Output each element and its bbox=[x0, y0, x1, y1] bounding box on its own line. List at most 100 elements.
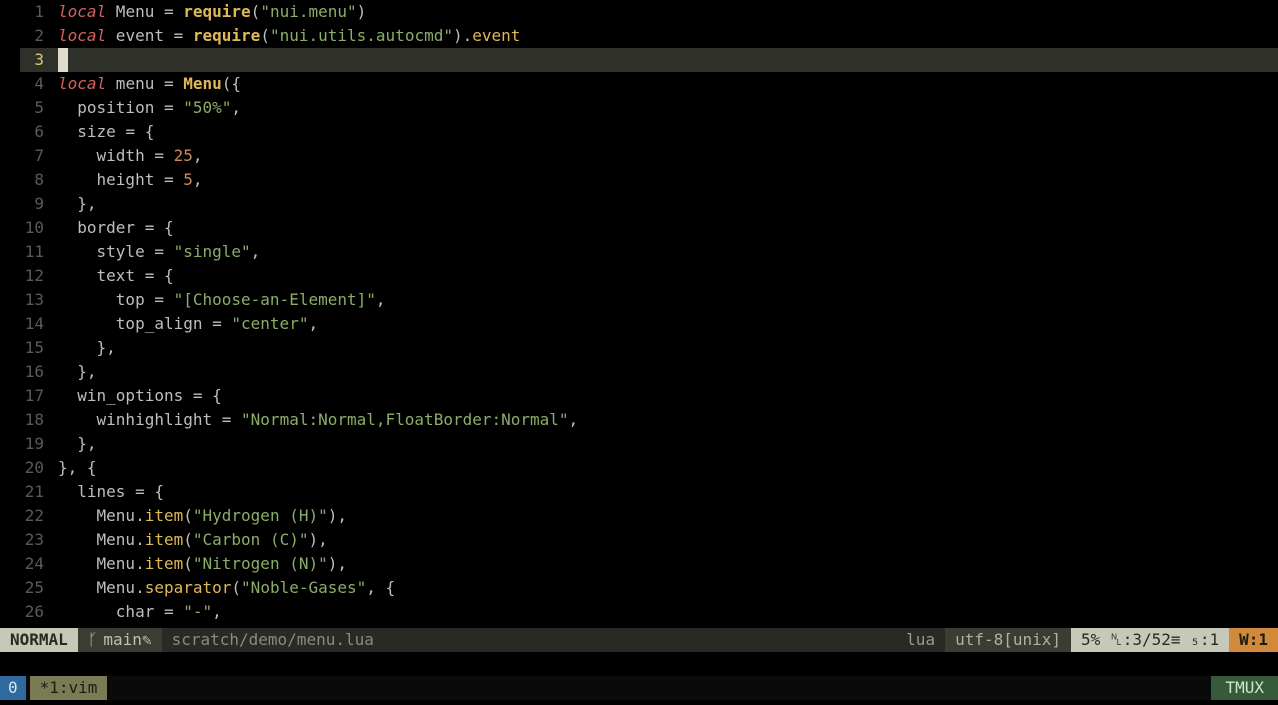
block-cursor bbox=[58, 48, 68, 72]
token-punc: }, { bbox=[58, 458, 97, 477]
vim-statusline: NORMAL ᚴ main ✎ scratch/demo/menu.lua lu… bbox=[0, 628, 1278, 652]
code-line[interactable]: border = { bbox=[58, 216, 1278, 240]
line-number: 14 bbox=[0, 312, 44, 336]
code-line[interactable]: top = "[Choose-an-Element]", bbox=[58, 288, 1278, 312]
token-punc: = { bbox=[193, 386, 222, 405]
token-ident: top bbox=[58, 290, 154, 309]
code-line[interactable]: width = 25, bbox=[58, 144, 1278, 168]
token-punc: = { bbox=[125, 122, 154, 141]
code-line[interactable]: lines = { bbox=[58, 480, 1278, 504]
token-punc: , bbox=[376, 290, 386, 309]
token-punc: ), bbox=[328, 506, 347, 525]
token-ident: event bbox=[106, 26, 173, 45]
tmux-session[interactable]: 0 bbox=[0, 676, 26, 700]
line-number: 21 bbox=[0, 480, 44, 504]
token-ident: top_align bbox=[58, 314, 212, 333]
line-info: ␤:3/52 bbox=[1110, 628, 1171, 652]
token-punc: = { bbox=[135, 482, 164, 501]
line-number: 16 bbox=[0, 360, 44, 384]
token-fn: require bbox=[193, 26, 260, 45]
token-str: "Noble-Gases" bbox=[241, 578, 366, 597]
token-punc: = bbox=[174, 26, 193, 45]
code-line[interactable]: }, { bbox=[58, 456, 1278, 480]
token-punc: = bbox=[222, 410, 241, 429]
tmux-window[interactable]: *1:vim bbox=[30, 676, 108, 700]
token-punc: ( bbox=[183, 506, 193, 525]
token-fnnl: separator bbox=[145, 578, 232, 597]
line-number: 26 bbox=[0, 600, 44, 624]
token-punc: ) bbox=[357, 2, 367, 21]
token-ident: border bbox=[58, 218, 145, 237]
token-fn: Menu bbox=[183, 74, 222, 93]
token-fnnl: item bbox=[145, 506, 184, 525]
line-number: 18 bbox=[0, 408, 44, 432]
token-fnnl: item bbox=[145, 530, 184, 549]
code-line[interactable]: top_align = "center", bbox=[58, 312, 1278, 336]
token-num: 5 bbox=[183, 170, 193, 189]
token-punc: = bbox=[164, 98, 183, 117]
warning-count: W:1 bbox=[1229, 628, 1278, 652]
code-line[interactable]: Menu.item("Nitrogen (N)"), bbox=[58, 552, 1278, 576]
token-punc: , { bbox=[366, 578, 395, 597]
token-ident: menu bbox=[106, 74, 164, 93]
code-line[interactable]: Menu.item("Carbon (C)"), bbox=[58, 528, 1278, 552]
line-number: 12 bbox=[0, 264, 44, 288]
line-number: 24 bbox=[0, 552, 44, 576]
token-num: 25 bbox=[174, 146, 193, 165]
code-line[interactable] bbox=[58, 48, 1278, 72]
line-number: 15 bbox=[0, 336, 44, 360]
token-punc: = bbox=[212, 314, 231, 333]
token-punc: , bbox=[212, 602, 222, 621]
line-number: 5 bbox=[0, 96, 44, 120]
token-punc: = bbox=[164, 602, 183, 621]
token-punc: , bbox=[231, 98, 241, 117]
code-line[interactable]: position = "50%", bbox=[58, 96, 1278, 120]
token-ident: win_options bbox=[58, 386, 193, 405]
token-punc: = bbox=[164, 74, 183, 93]
code-line[interactable]: style = "single", bbox=[58, 240, 1278, 264]
code-line[interactable]: Menu.item("Hydrogen (H)"), bbox=[58, 504, 1278, 528]
editor-viewport[interactable]: 1234567891011121314151617181920212223242… bbox=[0, 0, 1278, 705]
code-line[interactable]: winhighlight = "Normal:Normal,FloatBorde… bbox=[58, 408, 1278, 432]
code-line[interactable]: size = { bbox=[58, 120, 1278, 144]
token-str: "[Choose-an-Element]" bbox=[174, 290, 376, 309]
line-number: 19 bbox=[0, 432, 44, 456]
line-number: 10 bbox=[0, 216, 44, 240]
code-line[interactable]: text = { bbox=[58, 264, 1278, 288]
token-str: "Nitrogen (N)" bbox=[193, 554, 328, 573]
encoding-indicator: utf-8[unix] bbox=[945, 628, 1071, 652]
code-line[interactable]: win_options = { bbox=[58, 384, 1278, 408]
line-number: 3 bbox=[0, 48, 44, 72]
code-area[interactable]: local Menu = require("nui.menu")local ev… bbox=[58, 0, 1278, 624]
token-str: "Normal:Normal,FloatBorder:Normal" bbox=[241, 410, 569, 429]
token-kw: local bbox=[58, 2, 106, 21]
token-ident: Menu bbox=[106, 2, 164, 21]
statusline-fill bbox=[384, 628, 896, 652]
code-line[interactable]: char = "-", bbox=[58, 600, 1278, 624]
code-line[interactable]: local Menu = require("nui.menu") bbox=[58, 0, 1278, 24]
code-line[interactable]: local menu = Menu({ bbox=[58, 72, 1278, 96]
line-number: 20 bbox=[0, 456, 44, 480]
line-number: 9 bbox=[0, 192, 44, 216]
dirty-indicator: ✎ bbox=[142, 628, 152, 652]
code-line[interactable]: }, bbox=[58, 432, 1278, 456]
token-punc: , bbox=[193, 146, 203, 165]
code-line[interactable]: }, bbox=[58, 360, 1278, 384]
token-punc: = bbox=[154, 242, 173, 261]
token-punc: }, bbox=[58, 362, 97, 381]
token-punc: = { bbox=[145, 218, 174, 237]
token-punc: = { bbox=[145, 266, 174, 285]
code-line[interactable]: height = 5, bbox=[58, 168, 1278, 192]
token-punc: = bbox=[154, 146, 173, 165]
token-str: "nui.utils.autocmd" bbox=[270, 26, 453, 45]
line-number-gutter: 1234567891011121314151617181920212223242… bbox=[0, 0, 50, 624]
token-punc: ( bbox=[183, 554, 193, 573]
code-line[interactable]: local event = require("nui.utils.autocmd… bbox=[58, 24, 1278, 48]
code-line[interactable]: Menu.separator("Noble-Gases", { bbox=[58, 576, 1278, 600]
token-str: "center" bbox=[231, 314, 308, 333]
filetype-indicator: lua bbox=[896, 628, 945, 652]
code-line[interactable]: }, bbox=[58, 192, 1278, 216]
token-fnnl: item bbox=[145, 554, 184, 573]
code-line[interactable]: }, bbox=[58, 336, 1278, 360]
token-str: "-" bbox=[183, 602, 212, 621]
